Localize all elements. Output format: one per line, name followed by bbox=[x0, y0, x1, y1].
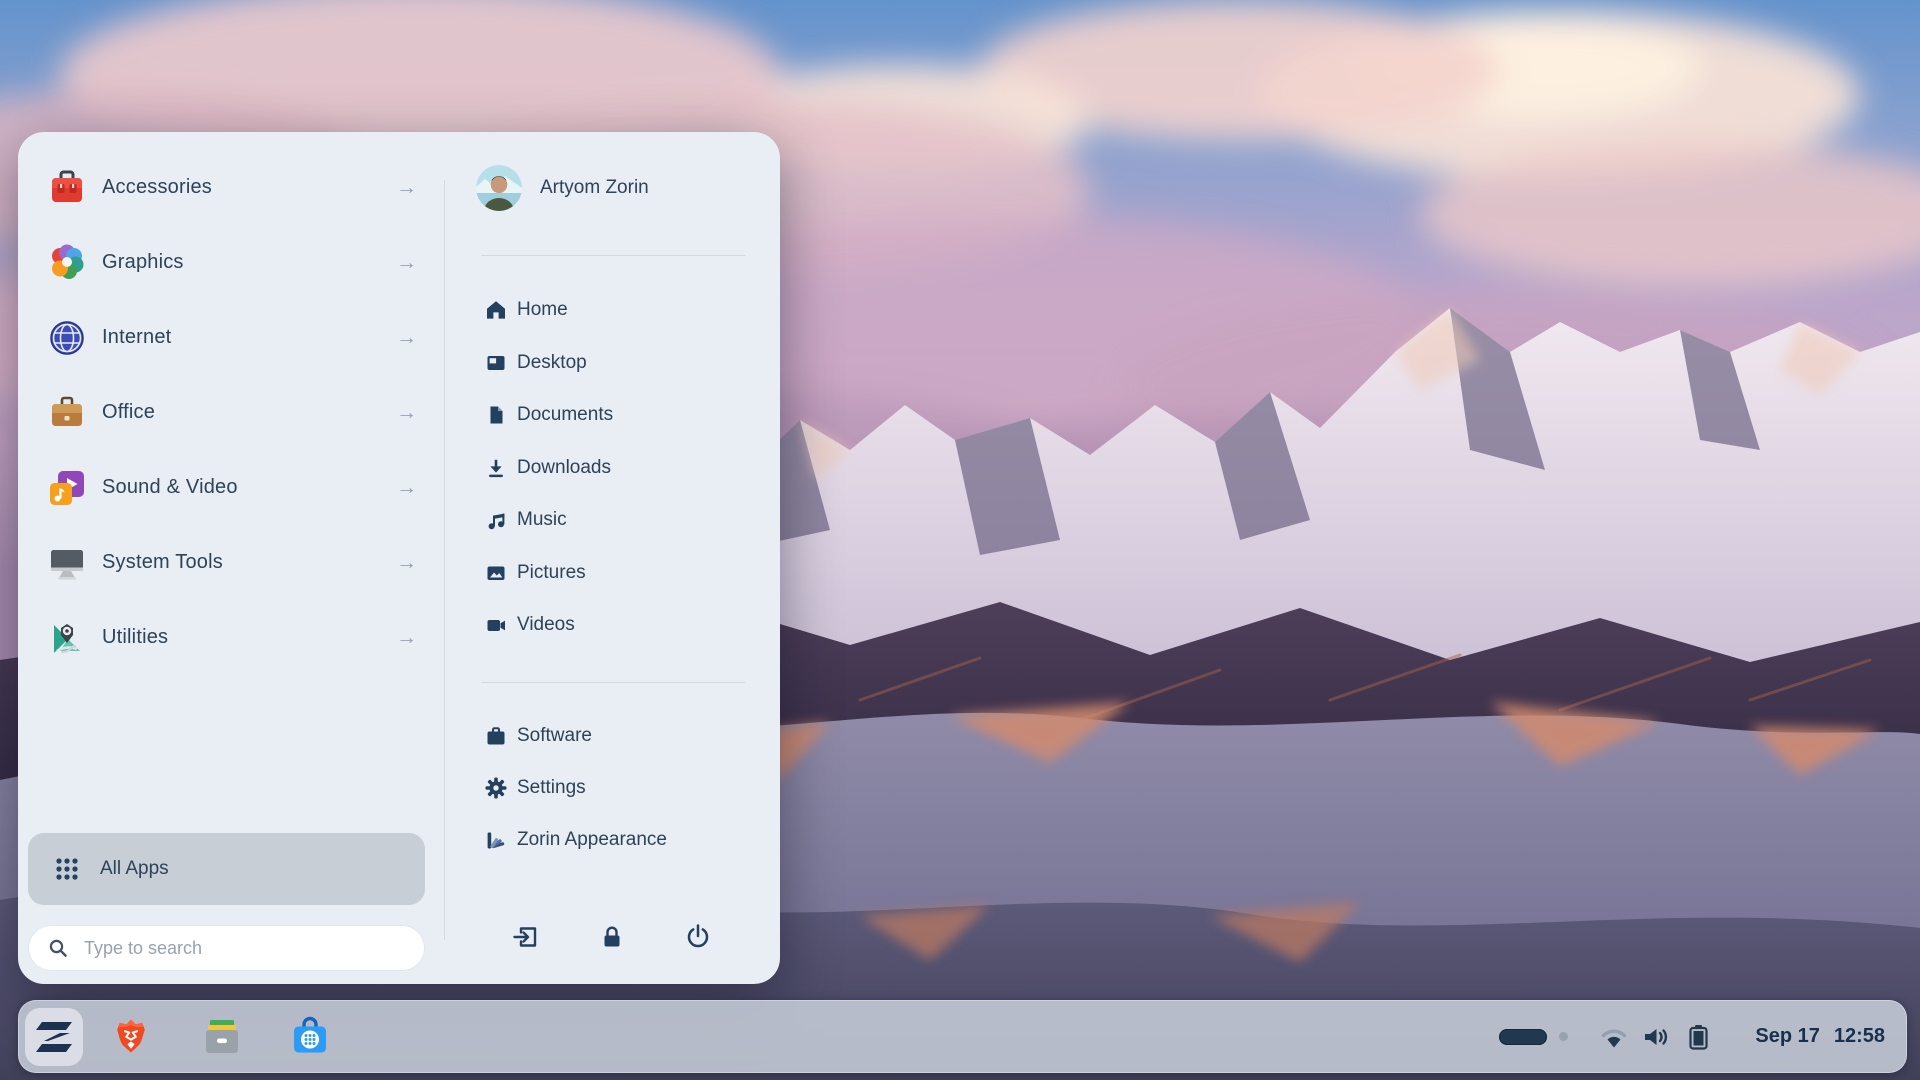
category-label: Accessories bbox=[102, 176, 396, 199]
category-list: Accessories → bbox=[18, 150, 444, 675]
place-downloads[interactable]: Downloads bbox=[445, 442, 780, 495]
monitor-icon bbox=[47, 543, 87, 583]
arrow-right-icon: → bbox=[396, 177, 418, 198]
place-label: Downloads bbox=[517, 457, 611, 479]
avatar bbox=[476, 165, 522, 211]
item-software[interactable]: Software bbox=[445, 710, 780, 762]
clock-date: Sep 17 bbox=[1755, 1025, 1819, 1048]
category-label: Utilities bbox=[102, 626, 396, 649]
divider bbox=[481, 682, 745, 683]
toolbox-icon bbox=[47, 168, 87, 208]
all-apps-label: All Apps bbox=[100, 858, 169, 880]
menu-places-column: Artyom Zorin Home bbox=[445, 132, 780, 984]
utilities-icon bbox=[47, 618, 87, 658]
category-graphics[interactable]: Graphics → bbox=[18, 225, 444, 300]
taskbar-status-area: Sep 17 12:58 bbox=[1499, 1023, 1907, 1051]
taskbar-apps bbox=[18, 1000, 332, 1073]
picture-icon bbox=[485, 562, 509, 584]
arrow-right-icon: → bbox=[396, 252, 418, 273]
place-music[interactable]: Music bbox=[445, 494, 780, 547]
app-menu-panel: Accessories → bbox=[18, 132, 780, 984]
wifi-icon[interactable] bbox=[1600, 1025, 1628, 1049]
arrow-right-icon: → bbox=[396, 402, 418, 423]
arrow-right-icon: → bbox=[396, 552, 418, 573]
place-label: Documents bbox=[517, 404, 613, 426]
search-input[interactable] bbox=[82, 937, 407, 960]
office-briefcase-icon bbox=[47, 393, 87, 433]
category-system-tools[interactable]: System Tools → bbox=[18, 525, 444, 600]
log-out-icon[interactable] bbox=[511, 922, 541, 952]
item-label: Settings bbox=[517, 777, 586, 799]
lock-icon[interactable] bbox=[597, 922, 627, 952]
home-icon bbox=[485, 299, 509, 321]
item-label: Zorin Appearance bbox=[517, 829, 667, 851]
briefcase-icon bbox=[485, 725, 509, 747]
category-label: Sound & Video bbox=[102, 476, 396, 499]
category-label: System Tools bbox=[102, 551, 396, 574]
search-icon bbox=[48, 938, 68, 958]
user-profile[interactable]: Artyom Zorin bbox=[476, 165, 649, 211]
power-icon[interactable] bbox=[683, 922, 713, 952]
place-label: Home bbox=[517, 299, 568, 321]
category-label: Internet bbox=[102, 326, 396, 349]
globe-icon bbox=[47, 318, 87, 358]
place-label: Videos bbox=[517, 614, 575, 636]
media-icon bbox=[47, 468, 87, 508]
place-label: Music bbox=[517, 509, 567, 531]
music-note-icon bbox=[485, 509, 509, 531]
volume-icon[interactable] bbox=[1642, 1025, 1672, 1049]
pinwheel-icon bbox=[47, 243, 87, 283]
place-home[interactable]: Home bbox=[445, 284, 780, 337]
place-pictures[interactable]: Pictures bbox=[445, 547, 780, 600]
category-accessories[interactable]: Accessories → bbox=[18, 150, 444, 225]
desktop-icon bbox=[485, 352, 509, 374]
software-store-icon[interactable] bbox=[288, 1015, 332, 1059]
item-settings[interactable]: Settings bbox=[445, 762, 780, 814]
place-documents[interactable]: Documents bbox=[445, 389, 780, 442]
category-label: Graphics bbox=[102, 251, 396, 274]
category-sound-video[interactable]: Sound & Video → bbox=[18, 450, 444, 525]
session-buttons bbox=[511, 922, 713, 952]
places-list: Home Desktop bbox=[445, 284, 780, 652]
place-videos[interactable]: Videos bbox=[445, 599, 780, 652]
category-office[interactable]: Office → bbox=[18, 375, 444, 450]
appearance-fan-icon bbox=[485, 829, 509, 851]
place-label: Desktop bbox=[517, 352, 587, 374]
zorin-menu-button[interactable] bbox=[25, 1008, 83, 1066]
user-name: Artyom Zorin bbox=[540, 177, 649, 199]
file-manager-icon[interactable] bbox=[200, 1015, 244, 1059]
place-label: Pictures bbox=[517, 562, 586, 584]
battery-icon[interactable] bbox=[1686, 1023, 1711, 1051]
item-label: Software bbox=[517, 725, 592, 747]
all-apps-button[interactable]: All Apps bbox=[28, 833, 425, 905]
category-utilities[interactable]: Utilities → bbox=[18, 600, 444, 675]
clock[interactable]: Sep 17 12:58 bbox=[1755, 1025, 1885, 1048]
workspace-indicator[interactable] bbox=[1499, 1029, 1568, 1045]
gear-icon bbox=[485, 777, 509, 799]
category-label: Office bbox=[102, 401, 396, 424]
search-bar bbox=[28, 925, 425, 971]
active-workspace-pill[interactable] bbox=[1499, 1029, 1547, 1045]
download-icon bbox=[485, 457, 509, 479]
arrow-right-icon: → bbox=[396, 327, 418, 348]
clock-time: 12:58 bbox=[1834, 1025, 1885, 1048]
place-desktop[interactable]: Desktop bbox=[445, 337, 780, 390]
category-internet[interactable]: Internet → bbox=[18, 300, 444, 375]
system-items-list: Software bbox=[445, 710, 780, 866]
taskbar: Sep 17 12:58 bbox=[18, 1000, 1907, 1073]
divider bbox=[481, 255, 745, 256]
all-apps-grid-icon bbox=[52, 854, 82, 884]
brave-browser-icon[interactable] bbox=[109, 1015, 153, 1059]
zorin-logo-icon bbox=[34, 1020, 74, 1054]
menu-categories-column: Accessories → bbox=[18, 132, 444, 984]
workspace-dot[interactable] bbox=[1559, 1032, 1568, 1041]
arrow-right-icon: → bbox=[396, 477, 418, 498]
video-camera-icon bbox=[485, 614, 509, 636]
item-zorin-appearance[interactable]: Zorin Appearance bbox=[445, 814, 780, 866]
arrow-right-icon: → bbox=[396, 627, 418, 648]
desktop: Accessories → bbox=[0, 0, 1920, 1080]
document-icon bbox=[485, 404, 509, 426]
